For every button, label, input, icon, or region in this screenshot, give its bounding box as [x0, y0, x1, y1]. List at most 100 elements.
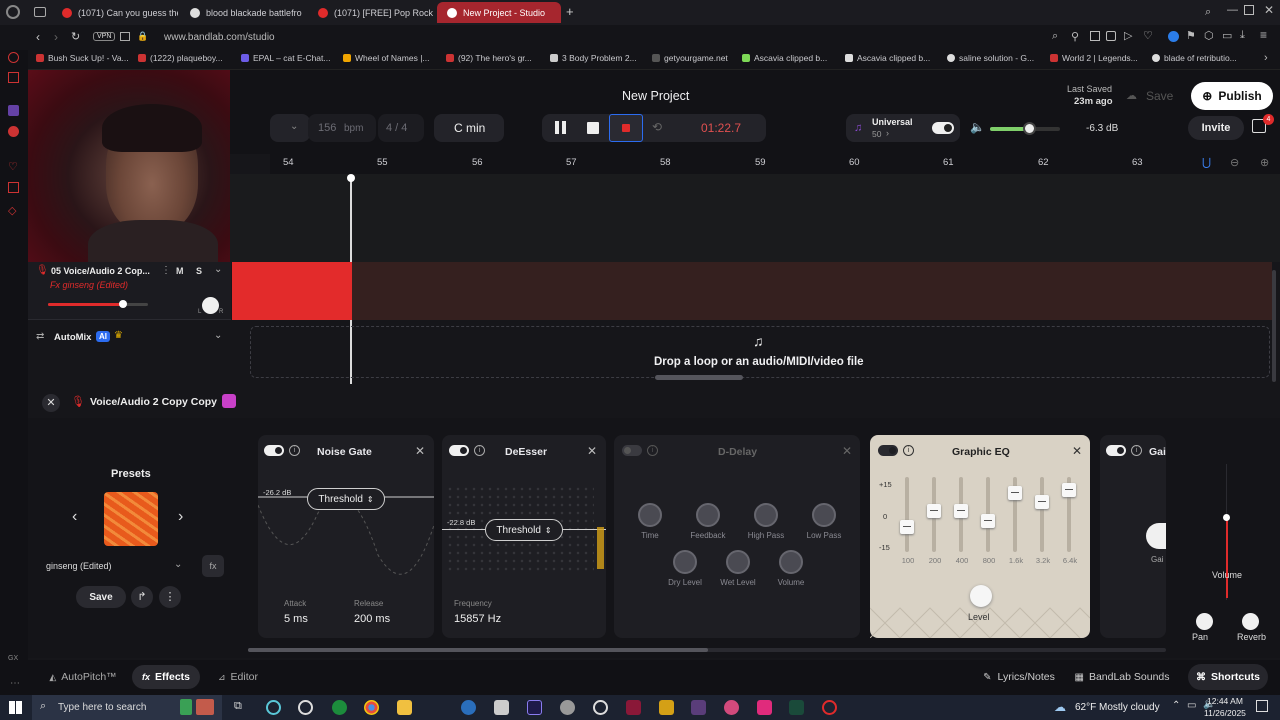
audio-clip-selected[interactable]	[232, 262, 352, 320]
search-tabs-icon[interactable]: ⌕	[1205, 6, 1211, 19]
close-window-button[interactable]: ✕	[1264, 3, 1274, 17]
app-icon-6[interactable]	[691, 700, 706, 715]
audio-clip[interactable]	[352, 262, 1272, 320]
preset-more-icon[interactable]: ⋮	[159, 586, 181, 608]
save-button[interactable]: Save	[1146, 89, 1173, 103]
info-icon[interactable]: i	[474, 445, 485, 456]
taskbar-search[interactable]: ⌕ Type here to search	[32, 695, 222, 720]
tab-2[interactable]: blood blackade battlefro	[180, 2, 306, 23]
mute-button[interactable]: M	[176, 266, 184, 276]
bookmark-9[interactable]: Ascavia clipped b...	[845, 53, 930, 63]
opera-gx-icon[interactable]	[724, 700, 739, 715]
fx-scrollbar-thumb[interactable]	[248, 648, 708, 652]
attack-value[interactable]: 5 ms	[284, 613, 308, 625]
network-icon[interactable]: ▭	[1187, 700, 1196, 711]
play-icon[interactable]: ▷	[1124, 29, 1132, 42]
eq-level-knob[interactable]	[970, 585, 992, 607]
xbox-icon[interactable]	[332, 700, 347, 715]
reload-icon[interactable]: ↻	[71, 30, 80, 43]
bookmark-1[interactable]: Bush Suck Up! - Va...	[36, 53, 129, 63]
maximize-button[interactable]	[1244, 5, 1254, 15]
pan-knob[interactable]	[1196, 613, 1213, 630]
d-delay-toggle[interactable]	[622, 445, 642, 456]
track-volume-slider[interactable]	[48, 300, 148, 308]
high-pass-knob[interactable]	[754, 503, 778, 527]
project-title[interactable]: New Project	[622, 89, 689, 103]
time-signature-field[interactable]: 4 / 4	[378, 114, 424, 142]
record-button[interactable]	[609, 114, 643, 142]
track-pan-knob[interactable]	[202, 297, 219, 314]
sidebar-icon-2[interactable]	[8, 72, 19, 83]
solo-button[interactable]: S	[196, 266, 202, 276]
bookmark-7[interactable]: getyourgame.net	[652, 53, 728, 63]
stop-icon[interactable]	[587, 122, 599, 134]
vpn-badge[interactable]: VPN	[93, 32, 116, 41]
tiktok-icon[interactable]	[757, 700, 772, 715]
horizontal-scrollbar[interactable]	[655, 375, 743, 380]
bookmark-4[interactable]: Wheel of Names |...	[343, 53, 429, 63]
reverb-knob[interactable]	[1242, 613, 1259, 630]
noise-gate-toggle[interactable]	[264, 445, 284, 456]
eq-band-track[interactable]	[905, 477, 909, 552]
playhead-handle[interactable]	[347, 174, 355, 182]
invite-button[interactable]: Invite	[1188, 116, 1244, 140]
eq-band-thumb[interactable]	[900, 519, 914, 534]
task-view-icon[interactable]: ⧉	[234, 700, 242, 713]
close-icon[interactable]: ✕	[415, 444, 425, 458]
graphic-eq-toggle[interactable]	[878, 445, 898, 456]
magnet-icon[interactable]: ⋃	[1202, 156, 1211, 169]
publish-button[interactable]: ⊕ Publish	[1191, 82, 1273, 110]
feedback-knob[interactable]	[696, 503, 720, 527]
close-icon[interactable]: ✕	[1072, 444, 1082, 458]
download-icon[interactable]: ⤓	[1240, 29, 1245, 42]
steam-icon[interactable]	[461, 700, 476, 715]
new-tab-button[interactable]: +	[566, 4, 574, 19]
screenshot-icon[interactable]	[1090, 31, 1100, 41]
settings-icon[interactable]	[593, 700, 608, 715]
deesser-threshold[interactable]: Threshold ⇕	[485, 519, 563, 541]
chrome-icon[interactable]	[364, 700, 379, 715]
time-knob[interactable]	[638, 503, 662, 527]
pin-icon[interactable]: ⚲	[1071, 30, 1079, 43]
forward-icon[interactable]: ›	[54, 30, 58, 44]
tab-list-icon[interactable]	[34, 7, 46, 17]
close-icon[interactable]: ✕	[842, 444, 852, 458]
menu-icon[interactable]: ≡	[1260, 28, 1267, 42]
reader-icon[interactable]	[120, 32, 130, 41]
edge-icon[interactable]	[266, 700, 281, 715]
zoom-out-icon[interactable]: ⊖	[1230, 156, 1239, 169]
taskbar-time[interactable]: 12:44 AM	[1207, 696, 1243, 706]
info-icon[interactable]: i	[1131, 445, 1142, 456]
bookmark-11[interactable]: World 2 | Legends...	[1050, 53, 1138, 63]
bookmark-12[interactable]: blade of retributio...	[1152, 53, 1237, 63]
frequency-value[interactable]: 15857 Hz	[454, 613, 501, 625]
bookmark-5[interactable]: (92) The hero's gr...	[446, 53, 532, 63]
chevron-down-icon[interactable]: ⌄	[214, 330, 222, 341]
tab-1[interactable]: (1071) Can you guess the	[52, 2, 178, 23]
volume-knob[interactable]	[779, 550, 803, 574]
gain-knob[interactable]	[1146, 523, 1166, 549]
bookmarks-more-icon[interactable]: ›	[1264, 52, 1268, 64]
close-icon[interactable]: ✕	[587, 444, 597, 458]
extensions-icon[interactable]: ⬡	[1204, 29, 1214, 42]
app-icon-3[interactable]	[560, 700, 575, 715]
next-preset-icon[interactable]: ›	[178, 508, 183, 526]
pin-extension-icon[interactable]: ⚑	[1186, 29, 1196, 42]
release-value[interactable]: 200 ms	[354, 613, 390, 625]
sidebar-icon-5[interactable]: GX	[8, 655, 18, 662]
track-header[interactable]: 🎙 05 Voice/Audio 2 Cop... ⋮ M S ⌄ Fx gin…	[28, 262, 231, 320]
minimize-button[interactable]: —	[1227, 4, 1238, 16]
bpm-field[interactable]: 156 bpm	[308, 114, 376, 142]
chevron-down-icon[interactable]: ⌄	[214, 264, 222, 275]
collections-icon[interactable]	[1106, 31, 1116, 41]
sidebar-icon-4[interactable]	[8, 182, 19, 193]
tab-3[interactable]: (1071) [FREE] Pop Rock	[308, 2, 434, 23]
share-icon[interactable]: ↱	[131, 586, 153, 608]
bookmark-2[interactable]: (1222) plaqueboy...	[138, 53, 223, 63]
extension-icon[interactable]	[1168, 31, 1179, 42]
vertical-scrollbar[interactable]	[1272, 270, 1276, 382]
track-volume-thumb[interactable]	[119, 300, 127, 308]
twitch-icon[interactable]	[8, 105, 19, 116]
eq-band-thumb[interactable]	[1008, 486, 1022, 501]
eq-band-thumb[interactable]	[981, 513, 995, 528]
